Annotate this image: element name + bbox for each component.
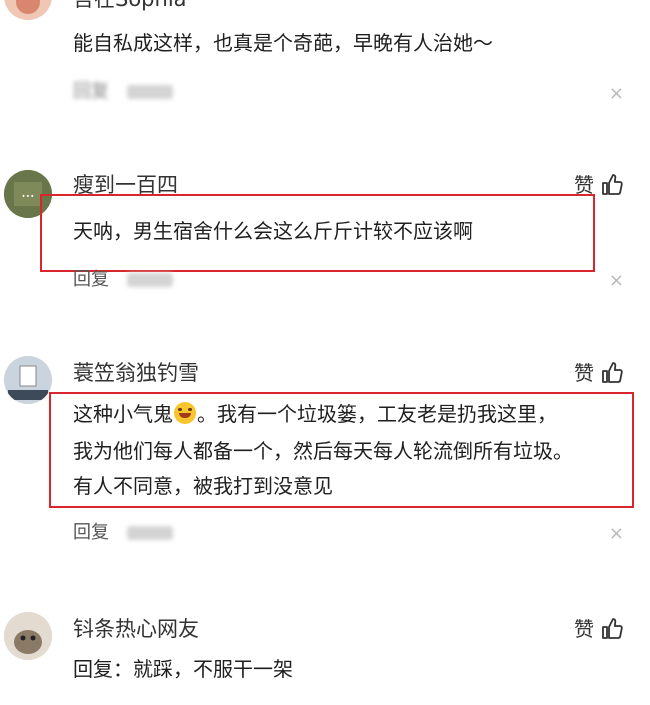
comment-username[interactable]: 蓑笠翁独钓雪	[73, 360, 199, 386]
thumbs-up-icon	[600, 173, 624, 197]
close-icon[interactable]: ×	[609, 524, 624, 544]
close-icon[interactable]: ×	[609, 84, 624, 104]
comment-meta: 回复	[73, 268, 173, 292]
svg-text:∙∙∙: ∙∙∙	[21, 192, 34, 200]
close-icon[interactable]: ×	[609, 271, 624, 291]
timestamp-blurred	[127, 273, 173, 287]
thumbs-up-icon	[600, 617, 624, 641]
like-button[interactable]: 赞	[574, 616, 624, 642]
like-label: 赞	[574, 361, 594, 385]
highlight-box	[40, 194, 595, 272]
reply-button[interactable]: 回复	[73, 81, 109, 102]
comment-text: 回复：就踩，不服干一架	[73, 657, 293, 681]
highlight-box	[49, 392, 634, 508]
comment-username[interactable]: 吾在Sophia	[73, 0, 187, 12]
like-button[interactable]: 赞	[574, 360, 624, 386]
comment-username[interactable]: 钭条热心网友	[73, 616, 199, 642]
like-label: 赞	[574, 617, 594, 641]
comment-feed: 吾在Sophia 能自私成这样，也真是个奇葩，早晚有人治她～ 回复 × ∙∙∙ …	[0, 0, 650, 705]
comment-meta: 回复	[73, 521, 173, 545]
timestamp-blurred	[127, 85, 173, 99]
timestamp-blurred	[127, 526, 173, 540]
avatar[interactable]	[4, 0, 52, 20]
thumbs-up-icon	[600, 361, 624, 385]
reply-button[interactable]: 回复	[73, 269, 109, 290]
comment-meta: 回复	[73, 80, 173, 104]
comment-text: 能自私成这样，也真是个奇葩，早晚有人治她～	[73, 31, 493, 55]
avatar[interactable]	[4, 356, 52, 404]
reply-button[interactable]: 回复	[73, 522, 109, 543]
avatar[interactable]	[4, 612, 52, 660]
